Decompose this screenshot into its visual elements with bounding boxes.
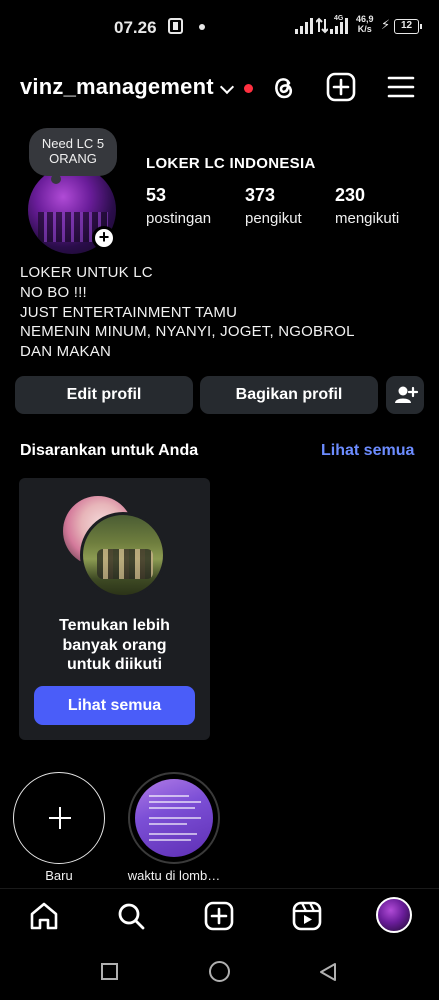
threads-icon[interactable] — [268, 72, 298, 102]
back-icon[interactable] — [318, 962, 338, 982]
stat-following[interactable]: 230 mengikuti — [335, 185, 399, 227]
status-time: 07.26 — [114, 18, 157, 37]
card-see-all-button[interactable]: Lihat semua — [34, 686, 195, 725]
charging-icon: ⚡ — [381, 17, 391, 32]
highlight-label: Baru — [45, 868, 73, 883]
bio-line: NEMENIN MINUM, NYANYI, JOGET, NGOBROL — [20, 323, 355, 341]
notification-app-icon — [168, 18, 183, 34]
bio-line: LOKER UNTUK LC — [20, 264, 153, 281]
network-type: 4G — [334, 15, 344, 22]
suggestions-title: Disarankan untuk Anda — [20, 442, 199, 459]
signal-strength-icon — [295, 16, 313, 34]
discover-people-button[interactable] — [386, 376, 424, 414]
highlight-thumbnail — [135, 779, 213, 857]
search-icon[interactable] — [116, 901, 146, 931]
stat-followers[interactable]: 373 pengikut — [245, 185, 302, 227]
card-text-line: untuk diikuti — [66, 656, 163, 673]
battery-icon: 12 — [394, 19, 422, 34]
card-text-line: banyak orang — [62, 636, 167, 654]
bottom-navigation — [0, 888, 439, 944]
see-all-link[interactable]: Lihat semua — [321, 442, 414, 460]
username[interactable]: vinz_management — [20, 74, 214, 100]
bio-line: JUST ENTERTAINMENT TAMU — [20, 303, 238, 321]
stat-value: 373 — [245, 185, 276, 205]
stat-label: postingan — [146, 210, 212, 227]
suggestion-card: Temukan lebih banyak orang untuk diikuti… — [19, 478, 210, 740]
stat-label: mengikuti — [335, 210, 400, 227]
menu-icon[interactable] — [386, 72, 416, 102]
card-text-line: Temukan lebih — [59, 617, 170, 634]
profile-avatar-tab[interactable] — [376, 897, 412, 933]
reels-icon[interactable] — [292, 901, 322, 931]
new-highlight-button[interactable] — [13, 772, 105, 864]
stat-value: 53 — [146, 185, 167, 205]
stat-value: 230 — [335, 185, 366, 205]
bio-line: NO BO !!! — [20, 283, 87, 301]
note-bubble[interactable]: Need LC 5 ORANG — [29, 128, 117, 184]
status-bar: 07.26 4G 46,9 K/s ⚡ 12 — [0, 0, 439, 54]
home-icon[interactable] — [29, 901, 59, 931]
suggested-avatar-2 — [80, 512, 166, 598]
bio: LOKER UNTUK LC NO BO !!! JUST ENTERTAINM… — [20, 263, 355, 362]
recent-apps-icon[interactable] — [101, 963, 118, 980]
add-person-icon — [395, 386, 419, 403]
add-story-icon[interactable]: + — [92, 226, 116, 250]
edit-profile-button[interactable]: Edit profil — [15, 376, 193, 414]
new-post-icon[interactable] — [326, 72, 356, 102]
profile-header: vinz_management — [0, 68, 439, 110]
home-system-icon[interactable] — [209, 961, 230, 982]
chevron-down-icon[interactable] — [219, 79, 235, 95]
highlight-story[interactable] — [128, 772, 220, 864]
profile-avatar[interactable]: + — [28, 166, 118, 254]
network-speed-value: 46,9 — [356, 14, 374, 24]
network-speed: 46,9 K/s — [356, 14, 374, 34]
share-profile-button[interactable]: Bagikan profil — [200, 376, 378, 414]
bio-line: DAN MAKAN — [20, 343, 111, 361]
data-transfer-icon — [316, 17, 328, 34]
create-icon[interactable] — [204, 901, 234, 931]
network-speed-unit: K/s — [357, 24, 372, 34]
stat-posts[interactable]: 53 postingan — [146, 185, 211, 227]
display-name: LOKER LC INDONESIA — [146, 155, 316, 172]
card-text: Temukan lebih banyak orang untuk diikuti — [19, 616, 210, 675]
notification-dot — [244, 84, 253, 93]
stat-label: pengikut — [245, 210, 302, 227]
more-notifications-dot — [199, 24, 205, 30]
system-navigation — [0, 944, 439, 1000]
highlight-label: waktu di lomb… — [127, 868, 221, 883]
